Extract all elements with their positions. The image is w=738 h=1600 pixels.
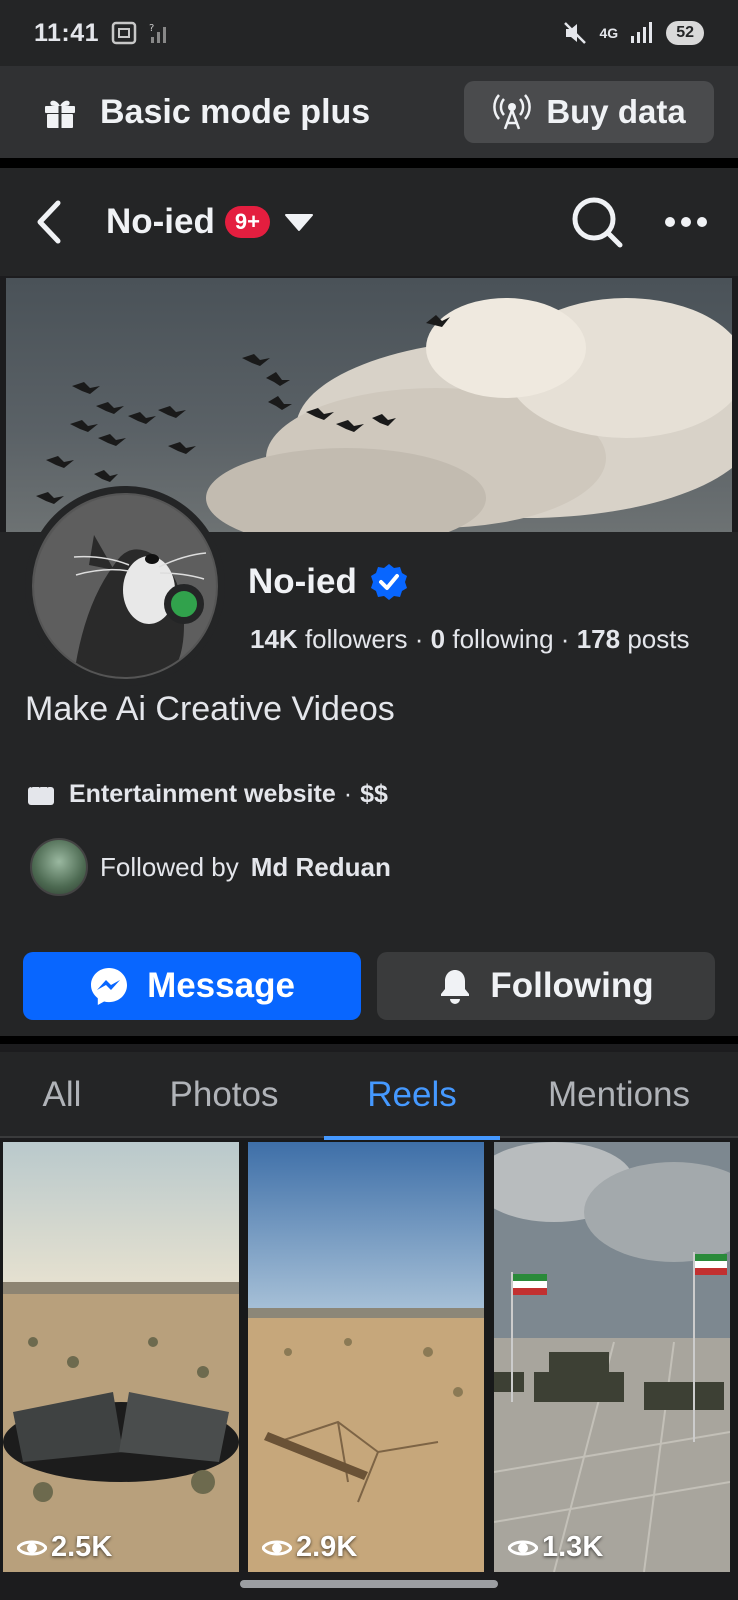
following-button[interactable]: Following: [377, 952, 715, 1020]
signal-icon: [631, 22, 653, 43]
view-count: 1.3K: [508, 1531, 603, 1564]
view-count-value: 2.5K: [51, 1531, 113, 1563]
following-label: Following: [490, 966, 654, 1005]
category-separator: ·: [343, 780, 353, 808]
reel-image: [248, 1142, 484, 1572]
followed-by[interactable]: Followed by Md Reduan: [30, 838, 391, 896]
stats-separator: ·: [560, 624, 570, 654]
following-label[interactable]: following: [452, 624, 553, 654]
mute-icon: [563, 22, 586, 44]
messenger-icon: [91, 968, 128, 1005]
reel-image: [494, 1142, 730, 1572]
message-label: Message: [147, 966, 295, 1005]
online-status-dot: [164, 584, 204, 624]
posts-label: posts: [627, 624, 690, 654]
category-label: Entertainment website: [69, 780, 336, 808]
reel-thumbnail[interactable]: 2.9K: [248, 1142, 484, 1572]
network-type: 4G: [599, 25, 619, 41]
gift-icon: [45, 100, 75, 128]
tab-mentions[interactable]: Mentions: [500, 1052, 738, 1138]
tab-label: Reels: [367, 1075, 457, 1114]
tab-label: Photos: [169, 1075, 279, 1114]
basic-mode-bar: Basic mode plus Buy data: [0, 66, 738, 168]
view-count: 2.9K: [262, 1531, 357, 1564]
search-icon[interactable]: [570, 195, 624, 249]
battery-level: 52: [666, 21, 704, 45]
status-time: 11:41: [34, 18, 100, 47]
home-indicator[interactable]: [240, 1580, 498, 1588]
status-bar: 11:41 ? 4G 52: [0, 0, 738, 66]
content-tabs: All Photos Reels Mentions: [0, 1052, 738, 1140]
bell-icon: [441, 970, 470, 1004]
tab-photos[interactable]: Photos: [124, 1052, 324, 1138]
basic-mode-label: Basic mode plus: [100, 92, 371, 131]
page-title[interactable]: No-ied: [106, 202, 215, 242]
profile-stats: 14K followers · 0 following · 178 posts: [250, 624, 689, 655]
view-count: 2.5K: [17, 1531, 112, 1564]
price-range: $$: [360, 780, 388, 808]
profile-avatar[interactable]: [25, 486, 225, 686]
view-count-value: 1.3K: [542, 1531, 604, 1563]
eye-icon: [508, 1540, 538, 1555]
follower-avatar: [30, 838, 88, 896]
tab-label: All: [42, 1075, 82, 1114]
more-options-icon[interactable]: [664, 216, 708, 228]
profile-category: Entertainment website · $$: [27, 780, 388, 809]
followers-label[interactable]: followers: [305, 624, 408, 654]
screenshot-icon: [111, 21, 137, 45]
followed-by-name: Md Reduan: [250, 851, 391, 882]
tab-reels[interactable]: Reels: [324, 1052, 500, 1140]
following-count[interactable]: 0: [431, 624, 445, 654]
buy-data-button[interactable]: Buy data: [464, 81, 714, 143]
profile-bio: Make Ai Creative Videos: [25, 690, 395, 728]
verified-badge-icon: [370, 564, 407, 600]
followed-by-prefix: Followed by: [100, 851, 239, 882]
status-left: 11:41 ?: [34, 19, 171, 48]
status-right: 4G 52: [562, 20, 704, 46]
profile-name-text: No-ied: [248, 562, 357, 601]
buy-data-label: Buy data: [546, 93, 686, 130]
message-button[interactable]: Message: [23, 952, 361, 1020]
eye-icon: [262, 1540, 292, 1555]
view-count-value: 2.9K: [296, 1531, 358, 1563]
reels-grid: 2.5K 2.9K 1.3K: [0, 1140, 738, 1572]
no-signal-icon: ?: [149, 23, 167, 43]
reel-thumbnail[interactable]: 2.5K: [3, 1142, 239, 1572]
clapperboard-icon: [28, 782, 54, 805]
reel-thumbnail[interactable]: 1.3K: [494, 1142, 730, 1572]
page-header: No-ied 9+: [0, 168, 738, 276]
antenna-icon: [493, 94, 532, 130]
stats-separator: ·: [414, 624, 424, 654]
eye-icon: [17, 1540, 47, 1555]
reel-image: [3, 1142, 239, 1572]
notification-badge[interactable]: 9+: [224, 206, 270, 238]
posts-count: 178: [576, 624, 621, 654]
svg-text:?: ?: [149, 23, 154, 34]
caret-down-icon[interactable]: [284, 212, 314, 232]
profile-actions: Message Following: [0, 904, 738, 1044]
tab-label: Mentions: [547, 1075, 691, 1114]
followers-count[interactable]: 14K: [250, 624, 298, 654]
tab-all[interactable]: All: [0, 1052, 124, 1138]
header-actions: [570, 195, 708, 249]
profile-section: No-ied 14K followers · 0 following · 178…: [0, 486, 738, 904]
profile-name: No-ied: [248, 562, 409, 602]
back-arrow-icon[interactable]: [30, 197, 70, 247]
